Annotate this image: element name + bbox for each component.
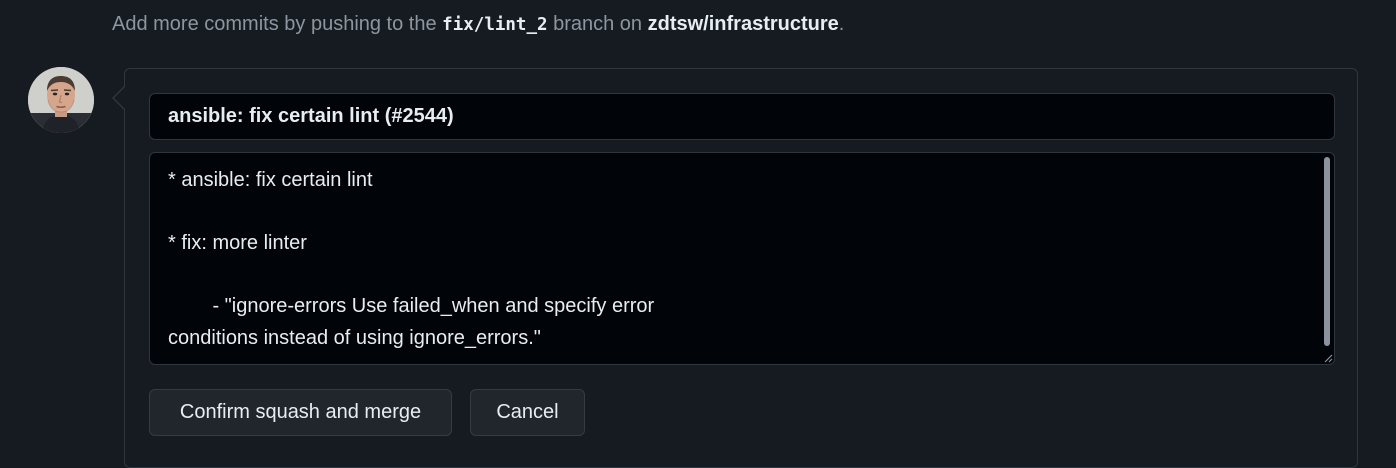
hint-prefix: Add more commits by pushing to the [112, 13, 437, 35]
resize-handle-icon[interactable] [1323, 353, 1333, 363]
branch-name[interactable]: fix/lint_2 [442, 15, 547, 35]
avatar[interactable] [28, 67, 94, 133]
merge-hint-text: Add more commits by pushing to the fix/l… [112, 13, 844, 36]
hint-middle: branch on [553, 13, 643, 35]
repo-name[interactable]: zdtsw/infrastructure [648, 13, 839, 35]
commit-message-textarea[interactable]: * ansible: fix certain lint * fix: more … [149, 152, 1335, 365]
hint-suffix: . [838, 13, 845, 35]
confirm-squash-merge-button[interactable]: Confirm squash and merge [149, 389, 452, 436]
avatar-photo-icon [28, 67, 94, 133]
textarea-scrollbar[interactable] [1324, 157, 1330, 346]
panel-pointer-fill [114, 87, 125, 109]
cancel-button[interactable]: Cancel [470, 389, 585, 436]
commit-title-input[interactable] [149, 93, 1335, 140]
